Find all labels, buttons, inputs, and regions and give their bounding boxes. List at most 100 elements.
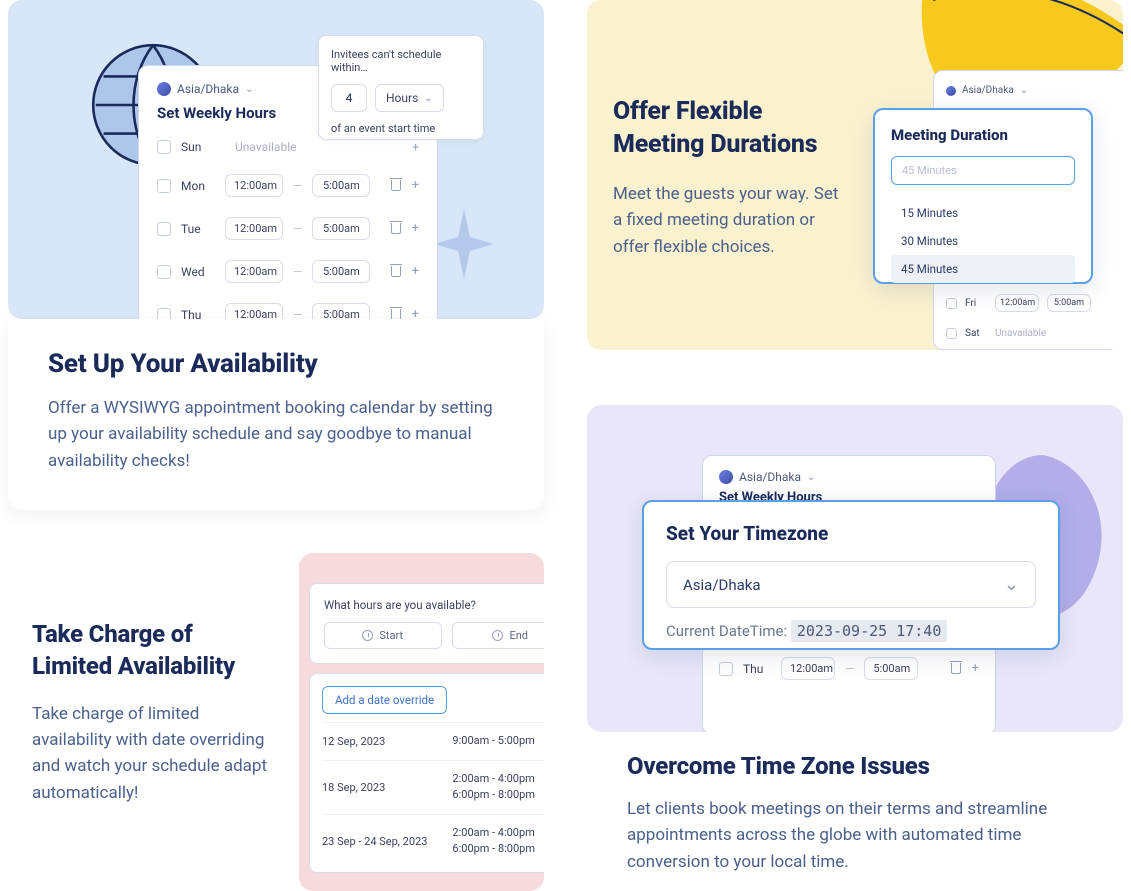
day-label: Tue: [181, 222, 215, 236]
clock-icon: [492, 630, 503, 641]
sparkle-decoration: [434, 209, 494, 279]
limited-availability-feature-text: Take Charge of Limited Availability Take…: [32, 618, 277, 806]
add-slot-button[interactable]: +: [412, 221, 419, 236]
day-checkbox[interactable]: [157, 222, 171, 236]
day-label: Wed: [181, 265, 215, 279]
feature-description: Take charge of limited availability with…: [32, 701, 277, 806]
timezone-label: Asia/Dhaka: [739, 470, 801, 484]
add-date-override-button[interactable]: Add a date override: [322, 686, 447, 714]
feature-title: Set Up Your Availability: [48, 349, 504, 379]
popover-title: Set Your Timezone: [666, 522, 1036, 545]
trash-icon[interactable]: [950, 661, 962, 674]
feature-description: Offer a WYSIWYG appointment booking cale…: [48, 395, 504, 474]
date-overrides-panel: Add a date override 12 Sep, 2023 9:00am …: [309, 673, 544, 873]
popover-footer: of an event start time: [331, 122, 471, 135]
day-label: Fri: [965, 298, 987, 309]
end-time-input[interactable]: 5:00am: [312, 174, 370, 197]
day-label: Thu: [181, 308, 215, 320]
start-time-button[interactable]: Start: [324, 622, 442, 649]
day-checkbox[interactable]: [719, 662, 733, 676]
unavailable-label: Unavailable: [235, 140, 296, 154]
add-slot-button[interactable]: +: [412, 307, 419, 319]
day-checkbox[interactable]: [157, 308, 171, 320]
schedule-row-sat: Sat Unavailable: [946, 320, 1123, 347]
globe-icon: [157, 82, 171, 96]
timezone-selector[interactable]: Asia/Dhaka ⌄: [946, 85, 1123, 96]
start-time-input[interactable]: 12:00am: [225, 217, 283, 240]
buffer-time-popover: Invitees can't schedule within… 4 Hours …: [318, 35, 484, 140]
duration-option-selected[interactable]: 45 Minutes: [891, 255, 1075, 283]
day-checkbox[interactable]: [157, 179, 171, 193]
override-date: 12 Sep, 2023: [322, 735, 452, 748]
day-checkbox[interactable]: [946, 328, 957, 339]
override-row: 18 Sep, 2023 2:00am - 4:00pm 6:00pm - 8:…: [322, 760, 544, 814]
timezone-label: Asia/Dhaka: [962, 85, 1014, 96]
day-checkbox[interactable]: [157, 140, 171, 154]
timezone-feature-body: Overcome Time Zone Issues Let clients bo…: [587, 744, 1123, 875]
duration-option[interactable]: 30 Minutes: [891, 227, 1075, 255]
chevron-down-icon: ⌄: [245, 84, 253, 95]
feature-title: Overcome Time Zone Issues: [627, 752, 1083, 780]
add-slot-button[interactable]: +: [412, 140, 419, 154]
unavailable-label: Unavailable: [995, 328, 1046, 339]
override-row: 12 Sep, 2023 9:00am - 5:00pm: [322, 722, 544, 760]
override-row: 23 Sep - 24 Sep, 2023 2:00am - 4:00pm 6:…: [322, 814, 544, 868]
durations-feature-illustration: Offer Flexible Meeting Durations Meet th…: [587, 0, 1123, 350]
chevron-down-icon: ⌄: [1020, 85, 1028, 96]
end-time-input[interactable]: 5:00am: [864, 657, 918, 680]
add-slot-button[interactable]: +: [412, 178, 419, 193]
chevron-down-icon: ⌄: [424, 93, 432, 104]
start-time-input[interactable]: 12:00am: [995, 294, 1039, 312]
feature-description: Let clients book meetings on their terms…: [627, 796, 1083, 875]
buffer-value-input[interactable]: 4: [331, 84, 367, 112]
day-checkbox[interactable]: [946, 298, 957, 309]
feature-title: Offer Flexible Meeting Durations: [613, 96, 849, 161]
add-slot-button[interactable]: +: [412, 264, 419, 279]
schedule-row-tue: Tue 12:00am — 5:00am +: [157, 207, 419, 250]
override-date: 23 Sep - 24 Sep, 2023: [322, 835, 452, 848]
availability-feature-body: Set Up Your Availability Offer a WYSIWYG…: [8, 319, 544, 510]
availability-feature-illustration: Asia/Dhaka ⌄ Set Weekly Hours Sun Unavai…: [8, 0, 544, 319]
durations-feature-text: Offer Flexible Meeting Durations Meet th…: [613, 96, 849, 260]
day-label: Sun: [181, 140, 215, 154]
end-time-input[interactable]: 5:00am: [312, 260, 370, 283]
day-label: Sat: [965, 328, 987, 339]
current-datetime-row: Current DateTime: 2023-09-25 17:40: [666, 622, 1036, 640]
override-times: 2:00am - 4:00pm 6:00pm - 8:00pm: [452, 771, 544, 804]
duration-input[interactable]: 45 Minutes: [891, 156, 1075, 185]
trash-icon[interactable]: [390, 307, 402, 319]
timezone-label: Asia/Dhaka: [177, 82, 239, 96]
schedule-row-fri: Fri 12:00am 5:00am: [946, 286, 1123, 320]
timezone-select[interactable]: Asia/Dhaka ⌄: [666, 561, 1036, 608]
set-timezone-popover: Set Your Timezone Asia/Dhaka ⌄ Current D…: [642, 500, 1060, 650]
override-date: 18 Sep, 2023: [322, 781, 452, 794]
trash-icon[interactable]: [390, 264, 402, 277]
end-time-button[interactable]: End: [452, 622, 545, 649]
globe-icon: [946, 86, 956, 96]
duration-option[interactable]: 15 Minutes: [891, 199, 1075, 227]
meeting-duration-popover: Meeting Duration 45 Minutes 15 Minutes 3…: [873, 108, 1093, 284]
limited-availability-illustration: What hours are you available? Start End …: [299, 553, 544, 891]
day-checkbox[interactable]: [157, 265, 171, 279]
timezone-selector[interactable]: Asia/Dhaka ⌄: [719, 470, 979, 484]
start-time-input[interactable]: 12:00am: [225, 303, 283, 319]
add-slot-button[interactable]: +: [972, 661, 979, 676]
clock-icon: [362, 630, 373, 641]
start-time-input[interactable]: 12:00am: [225, 174, 283, 197]
feature-description: Meet the guests your way. Set a fixed me…: [613, 181, 849, 260]
end-time-input[interactable]: 5:00am: [312, 303, 370, 319]
buffer-unit-select[interactable]: Hours ⌄: [375, 84, 444, 112]
schedule-row-wed: Wed 12:00am — 5:00am +: [157, 250, 419, 293]
override-times: 2:00am - 4:00pm 6:00pm - 8:00pm: [452, 825, 544, 858]
chevron-down-icon: ⌄: [807, 472, 815, 483]
end-time-input[interactable]: 5:00am: [1047, 294, 1091, 312]
current-datetime-value: 2023-09-25 17:40: [791, 620, 948, 642]
schedule-row-mon: Mon 12:00am — 5:00am +: [157, 164, 419, 207]
start-time-input[interactable]: 12:00am: [781, 657, 835, 680]
trash-icon[interactable]: [390, 178, 402, 191]
end-time-input[interactable]: 5:00am: [312, 217, 370, 240]
schedule-row-thu: Thu 12:00am — 5:00am +: [719, 645, 979, 692]
start-time-input[interactable]: 12:00am: [225, 260, 283, 283]
hours-available-panel: What hours are you available? Start End: [309, 583, 544, 664]
trash-icon[interactable]: [390, 221, 402, 234]
